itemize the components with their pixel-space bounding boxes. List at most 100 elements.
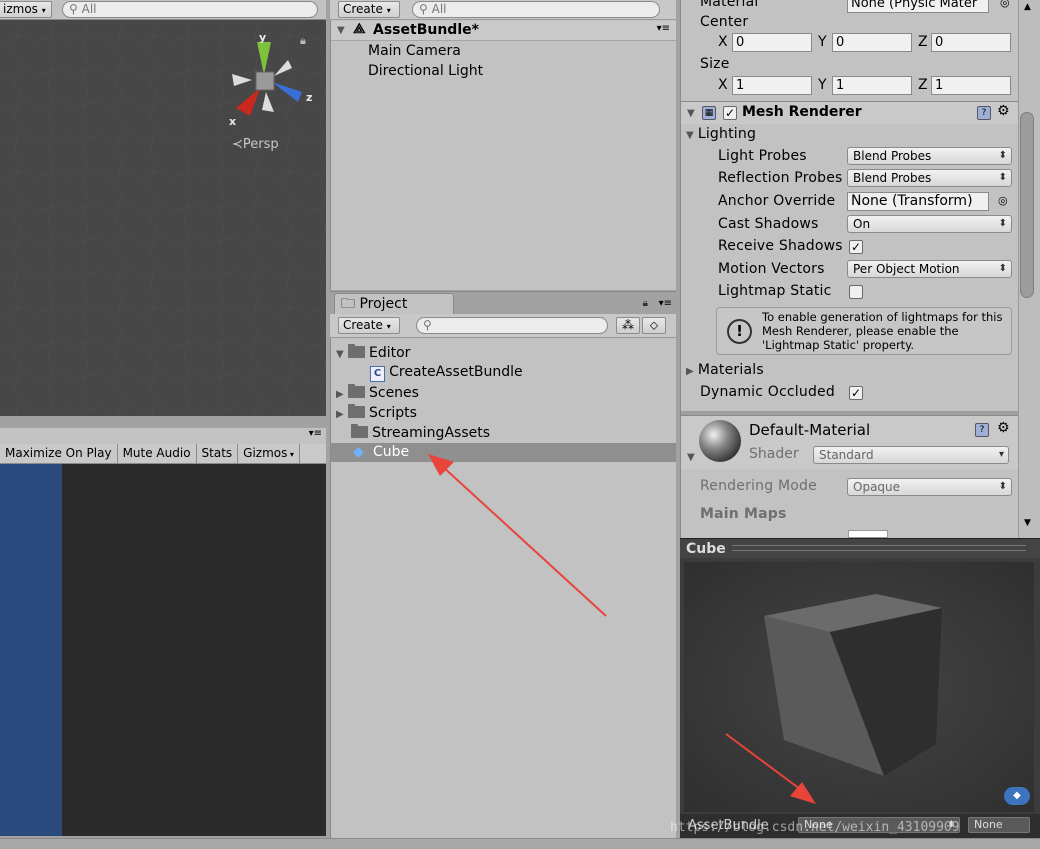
anchor-override-label: Anchor Override [718, 193, 836, 209]
filter-by-type-button[interactable]: ⁂ [616, 317, 640, 334]
dropdown-arrow-icon: ▾ [998, 449, 1004, 460]
persp-label[interactable]: ≺Persp [232, 137, 279, 152]
annotation-arrow [428, 454, 607, 617]
mute-audio-toggle[interactable]: Mute Audio [118, 444, 197, 463]
project-item-editor[interactable]: ▼ Editor [336, 344, 410, 361]
filter-by-label-button[interactable]: ⬦ [642, 317, 666, 334]
gear-icon[interactable]: ⚙ [997, 420, 1010, 436]
lock-icon[interactable]: 🔒︎ [643, 298, 648, 309]
gizmo-x-cone[interactable] [236, 88, 260, 116]
size-z-field[interactable]: 1 [931, 76, 1011, 95]
gizmo-center-cube[interactable] [255, 71, 275, 91]
hierarchy-item-directional-light[interactable]: Directional Light [368, 63, 483, 79]
collapse-triangle-icon[interactable]: ▶ [336, 409, 344, 420]
object-picker-icon[interactable]: ◎ [998, 194, 1008, 207]
project-search-input[interactable]: ⚲ [416, 317, 608, 334]
size-z-label: Z [918, 77, 928, 93]
gizmo-y-cone[interactable] [257, 42, 271, 75]
asset-bundle-variant-dropdown[interactable]: None [968, 817, 1030, 833]
motion-vectors-dropdown[interactable]: Per Object Motion ⬍ [847, 260, 1012, 278]
prefab-cube-icon: ◆ [353, 444, 364, 460]
project-item-scripts[interactable]: ▶ Scripts [336, 404, 417, 421]
reflection-probes-dropdown[interactable]: Blend Probes ⬍ [847, 169, 1012, 187]
folder-tab-icon: 🗀︎ [341, 296, 355, 312]
maximize-on-play-toggle[interactable]: Maximize On Play [0, 444, 118, 463]
anchor-override-field[interactable]: None (Transform) [847, 192, 989, 211]
hierarchy-create-button[interactable]: Create ▾ [338, 1, 400, 18]
hierarchy-search-input[interactable]: ⚲ All [412, 1, 660, 18]
object-picker-icon[interactable]: ◎ [1000, 0, 1010, 9]
center-z-field[interactable]: 0 [931, 33, 1011, 52]
stats-toggle[interactable]: Stats [197, 444, 239, 463]
gizmo-z-cone[interactable] [272, 82, 302, 102]
size-y-label: Y [818, 77, 827, 93]
dynamic-occluded-checkbox[interactable]: ✓ [849, 386, 863, 400]
center-z-label: Z [918, 34, 928, 50]
inspector-scrollbar-thumb[interactable] [1020, 112, 1034, 298]
cast-shadows-dropdown[interactable]: On ⬍ [847, 215, 1012, 233]
gizmo-x-label: x [229, 115, 236, 126]
collider-material-field[interactable]: None (Physic Mater [847, 0, 989, 13]
expand-triangle-icon[interactable]: ▼ [687, 452, 695, 463]
game-toolbar: Maximize On Play Mute Audio Stats Gizmos… [0, 444, 326, 464]
gizmo-z-label: z [306, 91, 312, 104]
size-y-field[interactable]: 1 [832, 76, 912, 95]
help-book-icon[interactable]: ? [975, 423, 989, 437]
scene-menu-icon[interactable]: ▾≡ [657, 23, 670, 34]
project-toolbar: Create ▾ ⚲ ⁂ ⬦ [330, 314, 676, 338]
project-item-scenes[interactable]: ▶ Scenes [336, 384, 419, 401]
project-item-create-asset-bundle[interactable]: C CreateAssetBundle [370, 364, 523, 382]
updown-arrow-icon: ⬍ [998, 150, 1007, 161]
project-create-button[interactable]: Create ▾ [338, 317, 400, 334]
project-item-streaming-assets[interactable]: StreamingAssets [351, 424, 490, 441]
receive-shadows-checkbox[interactable]: ✓ [849, 240, 863, 254]
mesh-renderer-icon: ▦ [702, 106, 716, 120]
expand-triangle-icon[interactable]: ▼ [337, 25, 345, 36]
panel-menu-icon[interactable]: ▾≡ [659, 298, 672, 309]
reflection-probes-label: Reflection Probes [718, 170, 843, 186]
hierarchy-item-main-camera[interactable]: Main Camera [368, 43, 461, 59]
scroll-down-arrow-icon[interactable]: ▼ [1024, 518, 1031, 528]
scene-name: AssetBundle* [373, 22, 479, 38]
size-x-label: X [718, 77, 728, 93]
gear-icon[interactable]: ⚙ [997, 103, 1010, 119]
folder-icon [347, 404, 365, 418]
size-x-field[interactable]: 1 [732, 76, 812, 95]
lightmap-static-checkbox[interactable] [849, 285, 863, 299]
center-x-field[interactable]: 0 [732, 33, 812, 52]
help-book-icon[interactable]: ? [977, 106, 991, 120]
expand-triangle-icon[interactable]: ▼ [336, 349, 344, 360]
preview-drag-handle[interactable] [732, 545, 1026, 551]
panel-menu-icon[interactable]: ▾≡ [309, 428, 322, 439]
materials-foldout[interactable]: ▶ Materials [686, 362, 764, 378]
asset-label-tag-icon[interactable]: ◆ [1004, 787, 1030, 805]
expand-triangle-icon[interactable]: ▼ [687, 108, 695, 119]
preview-title: Cube [686, 541, 726, 557]
shader-dropdown[interactable]: Standard ▾ [813, 446, 1009, 464]
gizmos-dropdown[interactable]: izmos ▾ [0, 1, 52, 18]
rendering-mode-dropdown[interactable]: Opaque ⬍ [847, 478, 1012, 496]
light-probes-dropdown[interactable]: Blend Probes ⬍ [847, 147, 1012, 165]
lighting-foldout[interactable]: ▼ Lighting [686, 126, 756, 142]
mesh-renderer-enabled-checkbox[interactable]: ✓ [723, 106, 737, 120]
mesh-renderer-header[interactable]: ▼ ▦ ✓ Mesh Renderer ? ⚙ [681, 101, 1018, 124]
material-sphere-icon [699, 420, 741, 462]
game-view-canvas[interactable] [0, 464, 62, 836]
watermark: https://blog.csdn.net/weixin_43109909 [670, 820, 960, 835]
scene-search-input[interactable]: ⚲ All [62, 1, 318, 18]
rendering-mode-label: Rendering Mode [700, 478, 817, 494]
game-gizmos-dropdown[interactable]: Gizmos ▾ [238, 444, 300, 463]
lock-icon[interactable]: 🔒︎ [300, 34, 306, 48]
gizmo-y-label: y [259, 31, 266, 44]
hierarchy-scene-row[interactable]: ▼ ⟁ AssetBundle* ▾≡ [331, 21, 676, 41]
center-y-field[interactable]: 0 [832, 33, 912, 52]
game-view-header: ▾≡ [0, 428, 326, 444]
filter-type-icon: ⁂ [622, 318, 634, 332]
material-header[interactable]: ▼ Default-Material Shader Standard ▾ ? ⚙ [681, 415, 1018, 469]
albedo-color-swatch[interactable] [848, 530, 888, 538]
center-label: Center [700, 14, 749, 30]
tab-project[interactable]: 🗀︎ Project [334, 293, 454, 314]
collapse-triangle-icon[interactable]: ▶ [336, 389, 344, 400]
dropdown-arrow-icon: ▾ [386, 6, 391, 15]
scroll-up-arrow-icon[interactable]: ▲ [1024, 2, 1031, 12]
